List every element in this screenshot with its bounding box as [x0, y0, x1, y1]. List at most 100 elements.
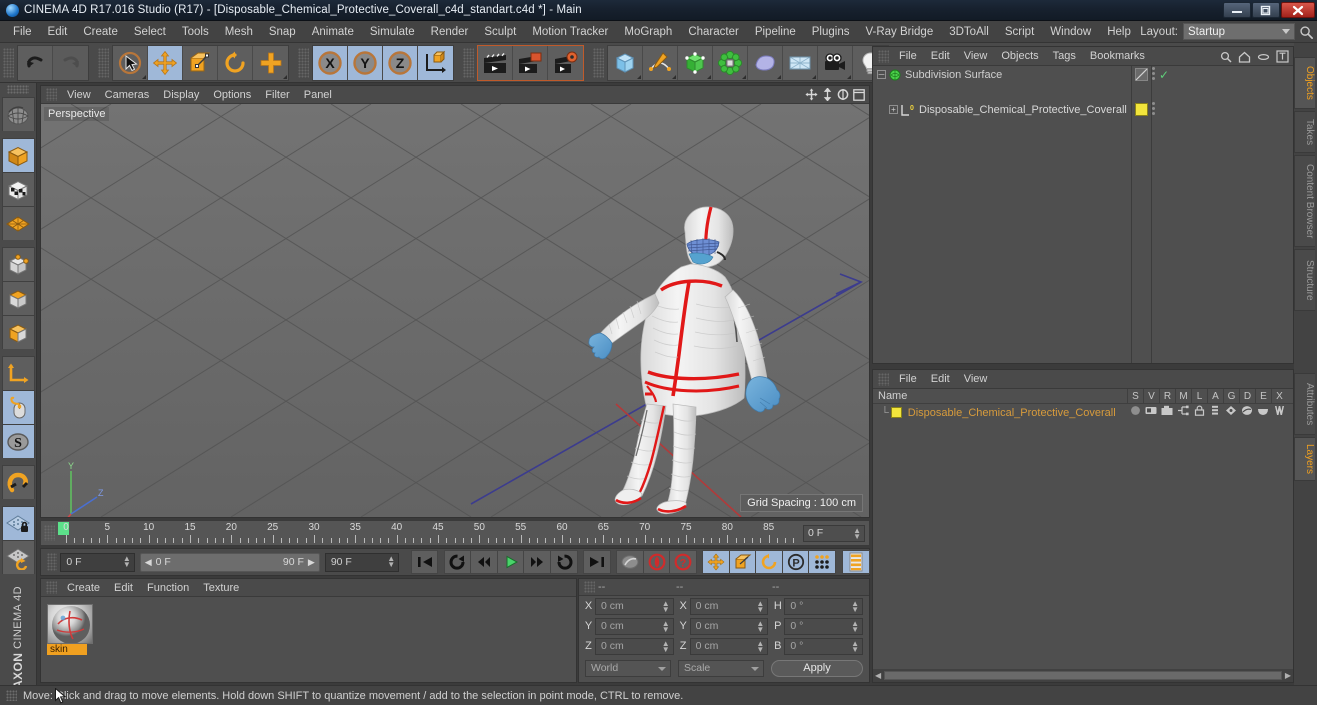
object-menu-view[interactable]: View [957, 48, 995, 64]
object-tag-cell-1[interactable]: ✓ [1135, 67, 1169, 82]
layer-col-m[interactable]: M [1175, 389, 1191, 404]
coord-field-x-size[interactable]: 0 cm ▲ ▼ [689, 597, 769, 615]
tab-takes[interactable]: Takes [1294, 111, 1315, 153]
layer-col-d[interactable]: D [1239, 389, 1255, 404]
lock-workplane-button[interactable] [1, 506, 35, 540]
viewport-3d-canvas[interactable]: Perspective Grid Spacing : 100 cm Y Z [41, 104, 869, 517]
enable-snap-button[interactable] [1, 390, 35, 424]
more-options-corner-8[interactable] [812, 74, 816, 79]
expand-collapse-icon-2[interactable]: + [889, 105, 898, 114]
layer-menu-file[interactable]: File [892, 371, 924, 387]
move-tool-button[interactable] [148, 45, 183, 80]
tab-objects[interactable]: Objects [1294, 57, 1315, 109]
scale-tool-button[interactable] [183, 45, 218, 80]
scroll-left-arrow-icon[interactable]: ◀ [875, 671, 881, 680]
material-manager-drag-handle[interactable] [46, 581, 57, 594]
magnet-button[interactable] [1, 465, 35, 499]
home-icon[interactable] [1238, 51, 1251, 63]
fit-icon[interactable] [1276, 50, 1289, 63]
minus-icon[interactable] [1257, 51, 1270, 63]
manager-icon[interactable] [1177, 405, 1189, 416]
texture-mode-button[interactable] [1, 172, 35, 206]
object-row-coverall[interactable]: + 0 Disposable_Chemical_Protective_Cover… [873, 101, 1293, 118]
expression-icon[interactable] [1257, 405, 1269, 416]
spinner-icon-czs[interactable]: ▲ ▼ [756, 639, 764, 653]
coord-field-z-pos[interactable]: 0 cm ▲ ▼ [595, 637, 674, 655]
layer-col-r[interactable]: R [1159, 389, 1175, 404]
more-options-corner-9[interactable] [847, 74, 851, 79]
play-reverse-button[interactable] [443, 550, 472, 574]
left-toolbar-drag-handle[interactable] [7, 85, 29, 94]
search-icon[interactable] [1220, 51, 1232, 63]
layer-cell-v[interactable] [1143, 405, 1159, 419]
tab-structure[interactable]: Structure [1294, 249, 1315, 311]
point-level-anim-button[interactable] [808, 550, 836, 574]
layer-col-s[interactable]: S [1127, 389, 1143, 404]
menu-item-mesh[interactable]: Mesh [217, 23, 261, 41]
material-thumbnail[interactable] [47, 604, 93, 644]
workplane-mode-button[interactable] [1, 206, 35, 240]
add-generator-button[interactable] [678, 45, 713, 80]
render-settings-button[interactable] [548, 45, 583, 80]
apply-button[interactable]: Apply [771, 659, 863, 677]
move-alt-button[interactable] [253, 45, 288, 80]
menu-item-simulate[interactable]: Simulate [362, 23, 423, 41]
material-menu-edit[interactable]: Edit [107, 580, 140, 596]
scrollbar-thumb[interactable] [884, 671, 1282, 680]
layer-row[interactable]: └ Disposable_Chemical_Protective_Coveral… [873, 404, 1293, 421]
add-deformer-button[interactable] [713, 45, 748, 80]
step-forward-button[interactable] [523, 550, 551, 574]
object-tag-cell-2[interactable] [1135, 102, 1155, 117]
record-active-objects-button[interactable] [616, 550, 644, 574]
viewport-menu-view[interactable]: View [60, 87, 98, 103]
add-scene-object-button[interactable] [748, 45, 783, 80]
coord-field-y-pos[interactable]: 0 cm ▲ ▼ [595, 617, 674, 635]
menu-item-animate[interactable]: Animate [304, 23, 362, 41]
spinner-icon-3[interactable]: ▲ ▼ [387, 554, 395, 568]
menu-item-render[interactable]: Render [423, 23, 477, 41]
spinner-icon-cp[interactable]: ▲ ▼ [851, 619, 859, 633]
layer-cell-g[interactable] [1223, 405, 1239, 419]
menu-item-motion-tracker[interactable]: Motion Tracker [524, 23, 616, 41]
timeline-ruler[interactable]: 051015202530354045505560657075808590 [58, 521, 799, 545]
soft-selection-button[interactable]: S [1, 424, 35, 458]
coordinate-mode-dropdown[interactable]: Scale [678, 659, 764, 677]
material-menu-create[interactable]: Create [60, 580, 107, 596]
viewport-menu-panel[interactable]: Panel [297, 87, 339, 103]
menu-item-create[interactable]: Create [75, 23, 126, 41]
spinner-icon-cys[interactable]: ▲ ▼ [756, 619, 764, 633]
layer-cell-l[interactable] [1191, 405, 1207, 419]
viewport-menu-options[interactable]: Options [206, 87, 258, 103]
deformer-icon[interactable] [1241, 405, 1253, 416]
axis-modify-button[interactable] [1, 356, 35, 390]
timeline-layout-button[interactable] [841, 550, 871, 574]
object-menu-file[interactable]: File [892, 48, 924, 64]
polygons-mode-button[interactable] [1, 315, 35, 349]
menu-item-character[interactable]: Character [680, 23, 747, 41]
zoom-view-icon[interactable] [822, 88, 833, 101]
spinner-icon-ch[interactable]: ▲ ▼ [851, 599, 859, 613]
enabled-check-icon[interactable]: ✓ [1159, 68, 1169, 82]
rotate-tool-button[interactable] [218, 45, 253, 80]
layer-menu-view[interactable]: View [957, 371, 995, 387]
viewport-menu-display[interactable]: Display [156, 87, 206, 103]
layer-manager-drag-handle[interactable] [878, 372, 889, 386]
menu-item-script[interactable]: Script [997, 23, 1042, 41]
scroll-right-arrow-icon[interactable]: ▶ [1285, 671, 1291, 680]
maximize-button[interactable] [1252, 2, 1280, 18]
add-spline-button[interactable] [643, 45, 678, 80]
add-environment-button[interactable] [783, 45, 818, 80]
toolbar-drag-handle-3[interactable] [298, 47, 309, 78]
object-manager-tree[interactable]: ─ Subdivision Surface ✓ + 0 Disposable_C… [873, 66, 1293, 363]
live-selection-button[interactable] [113, 45, 148, 80]
coord-field-h[interactable]: 0 ° ▲ ▼ [784, 597, 864, 615]
object-menu-bookmarks[interactable]: Bookmarks [1083, 48, 1152, 64]
edges-mode-button[interactable] [1, 281, 35, 315]
loop-button[interactable] [549, 550, 578, 574]
points-mode-button[interactable] [1, 247, 35, 281]
autokeying-button[interactable] [642, 550, 671, 574]
more-options-corner-5[interactable] [707, 74, 711, 79]
menu-item-3dtoall[interactable]: 3DToAll [941, 23, 997, 41]
layer-cell-e[interactable] [1255, 405, 1271, 419]
spinner-icon-cb[interactable]: ▲ ▼ [851, 639, 859, 653]
